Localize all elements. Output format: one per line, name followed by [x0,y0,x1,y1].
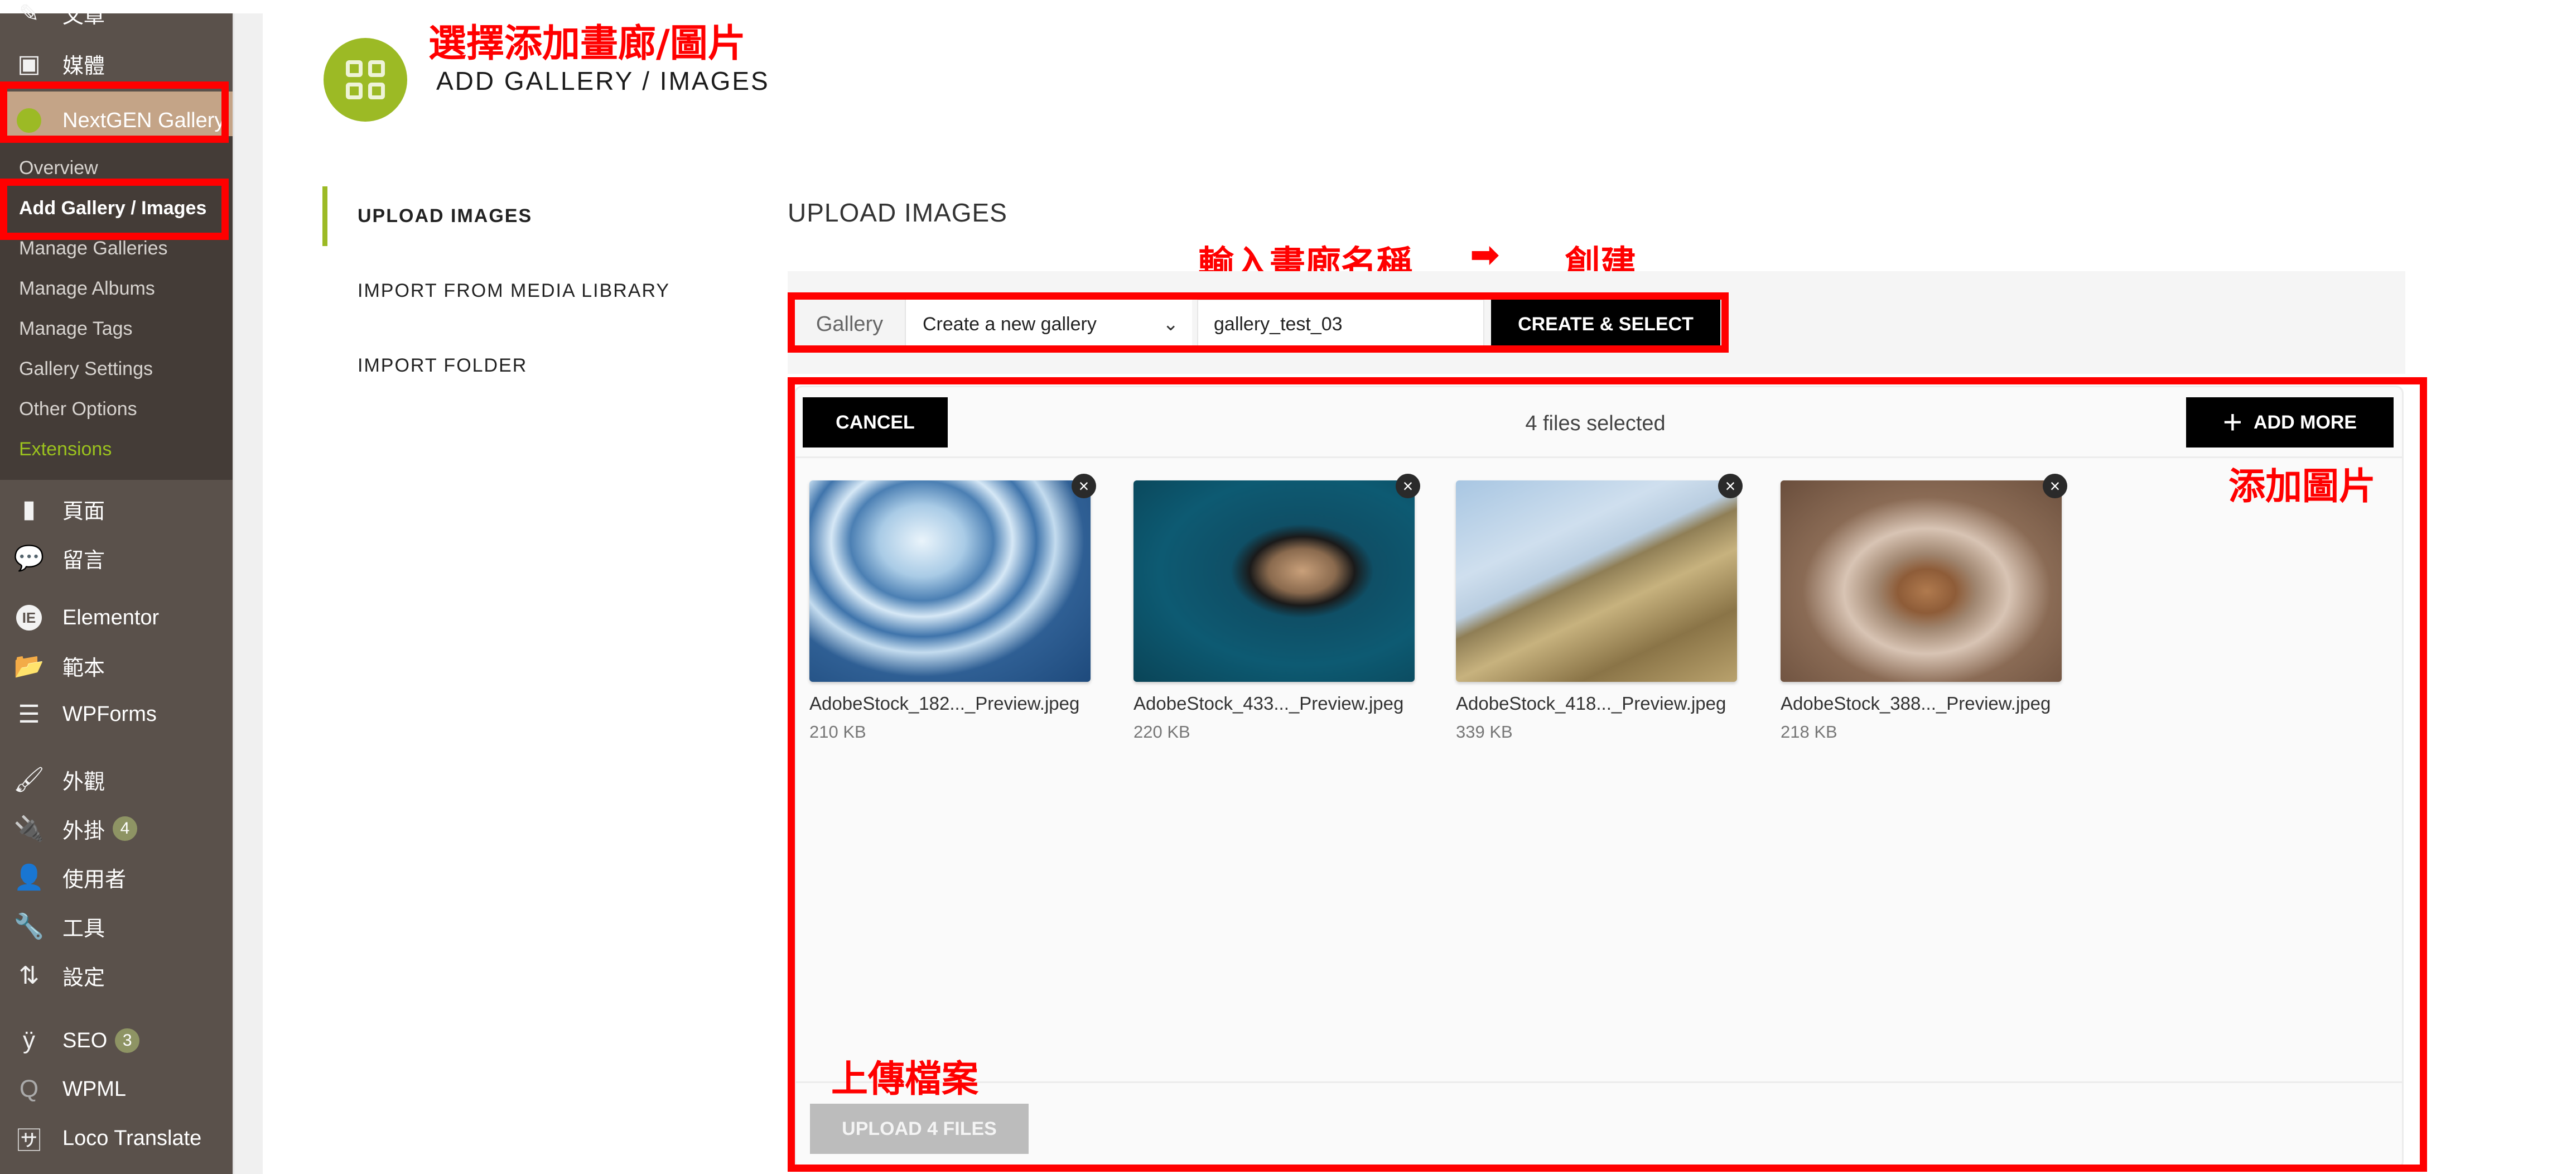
annotation-upload-files: 上傳檔案 [831,1057,978,1100]
file-size: 220 KB [1133,722,1190,742]
submenu-manage-galleries[interactable]: Manage Galleries [19,238,167,259]
sidebar-item-elementor[interactable]: IE Elementor [0,595,233,640]
file-size: 218 KB [1781,722,1837,742]
users-icon: 👤 [13,864,45,891]
plus-icon: + [2222,403,2242,441]
pin-icon: ✎ [18,0,40,27]
chevron-down-icon: ⌄ [1162,314,1179,335]
file-size: 210 KB [809,722,866,742]
annotation-arrow: ➡ [1470,234,1500,276]
page-title: ADD GALLERY / IMAGES [436,66,770,95]
sidebar-item-media[interactable]: ▣ 媒體 [0,41,233,86]
submenu-add-gallery[interactable]: Add Gallery / Images [19,198,206,219]
file-name: AdobeStock_182..._Preview.jpeg [809,693,1080,714]
annotation-select-add-gallery: 選擇添加畫廊/圖片 [428,22,746,66]
upload-files-button[interactable]: UPLOAD 4 FILES [810,1104,1029,1154]
submenu-other-options[interactable]: Other Options [19,398,137,420]
add-more-label: ADD MORE [2253,411,2357,433]
thumbnail-image [1133,480,1415,682]
sidebar-item-templates[interactable]: 📂 範本 [0,643,233,688]
file-name: AdobeStock_433..._Preview.jpeg [1133,693,1404,714]
sidebar-item-appearance[interactable]: 🖌 外觀 [0,757,233,802]
submenu-manage-tags[interactable]: Manage Tags [19,318,133,340]
file-card: × AdobeStock_182..._Preview.jpeg 210 KB [809,474,1096,742]
nextgen-logo-icon [324,38,407,122]
file-name: AdobeStock_418..._Preview.jpeg [1456,693,1726,714]
templates-icon: 📂 [13,652,45,680]
elementor-icon: IE [12,601,46,634]
settings-icon: ⇅ [18,961,40,989]
gallery-selector: Gallery Create a new gallery ⌄ CREATE & … [794,299,1720,349]
plugins-icon: 🔌 [13,815,45,843]
comments-icon: 💬 [13,545,45,572]
sidebar-item-tools[interactable]: 🔧 工具 [0,904,233,949]
remove-file-button[interactable]: × [1718,474,1743,498]
wpforms-icon: ☰ [18,700,40,728]
sidebar-item-wpforms[interactable]: ☰ WPForms [0,692,233,737]
sidebar-item-plugins[interactable]: 🔌 外掛 4 [0,806,233,851]
tab-import-media-library[interactable]: IMPORT FROM MEDIA LIBRARY [358,280,670,302]
sidebar-item-users[interactable]: 👤 使用者 [0,855,233,899]
remove-file-button[interactable]: × [2043,474,2067,498]
create-select-button[interactable]: CREATE & SELECT [1491,299,1720,349]
submenu-extensions[interactable]: Extensions [19,439,112,460]
file-name: AdobeStock_388..._Preview.jpeg [1781,693,2051,714]
panel-footer-divider [796,1081,2403,1083]
appearance-icon: 🖌 [13,766,45,793]
annotation-add-images: 添加圖片 [2228,465,2376,508]
sidebar-item-settings[interactable]: ⇅ 設定 [0,953,233,998]
nav-active-indicator [322,186,327,246]
thumbnail-image [1781,480,2062,682]
tools-icon: 🔧 [13,913,45,940]
add-more-button[interactable]: + ADD MORE [2186,397,2394,448]
gallery-select-value: Create a new gallery [923,313,1097,335]
remove-file-button[interactable]: × [1072,474,1096,498]
remove-file-button[interactable]: × [1396,474,1420,498]
file-card: × AdobeStock_433..._Preview.jpeg 220 KB [1133,474,1420,742]
submenu-manage-albums[interactable]: Manage Albums [19,278,155,300]
section-title: UPLOAD IMAGES [788,198,1007,227]
sidebar-gutter [233,13,263,1174]
file-card: × AdobeStock_418..._Preview.jpeg 339 KB [1456,474,1743,742]
submenu-overview[interactable]: Overview [19,157,98,179]
tab-upload-images[interactable]: UPLOAD IMAGES [358,205,532,227]
sidebar-lower: ▮ 頁面 💬 留言 IE Elementor 📂 範本 ☰ WPForms 🖌 … [0,480,233,1161]
media-icon: ▣ [17,50,41,78]
panel-divider [796,456,2403,458]
loco-icon: 🈂 [17,1127,41,1154]
sidebar-item-seo[interactable]: ÿ SEO 3 [0,1018,233,1063]
seo-badge: 3 [115,1028,140,1053]
gallery-select[interactable]: Create a new gallery ⌄ [906,299,1192,349]
yoast-icon: ÿ [23,1027,35,1054]
gallery-name-input[interactable] [1197,299,1484,349]
thumbnail-image [1456,480,1737,682]
sidebar-item-wpml[interactable]: Q WPML [0,1067,233,1112]
gallery-label: Gallery [794,299,906,349]
nextgen-submenu: Overview Add Gallery / Images Manage Gal… [0,136,233,480]
plugins-update-badge: 4 [113,816,138,841]
thumbnail-image [809,480,1091,682]
sidebar-item-posts[interactable]: ✎ 文章 [0,0,233,36]
pages-icon: ▮ [22,495,36,523]
submenu-gallery-settings[interactable]: Gallery Settings [19,358,153,380]
nextgen-icon [12,104,46,137]
sidebar-item-loco[interactable]: 🈂 Loco Translate [0,1116,233,1161]
cancel-button[interactable]: CANCEL [803,397,948,448]
wpml-icon: Q [19,1075,39,1103]
sidebar-item-comments[interactable]: 💬 留言 [0,536,233,580]
tab-import-folder[interactable]: IMPORT FOLDER [358,355,527,377]
files-selected-count: 4 files selected [1525,412,1666,435]
sidebar-item-pages[interactable]: ▮ 頁面 [0,487,233,531]
file-size: 339 KB [1456,722,1513,742]
file-card: × AdobeStock_388..._Preview.jpeg 218 KB [1781,474,2067,742]
